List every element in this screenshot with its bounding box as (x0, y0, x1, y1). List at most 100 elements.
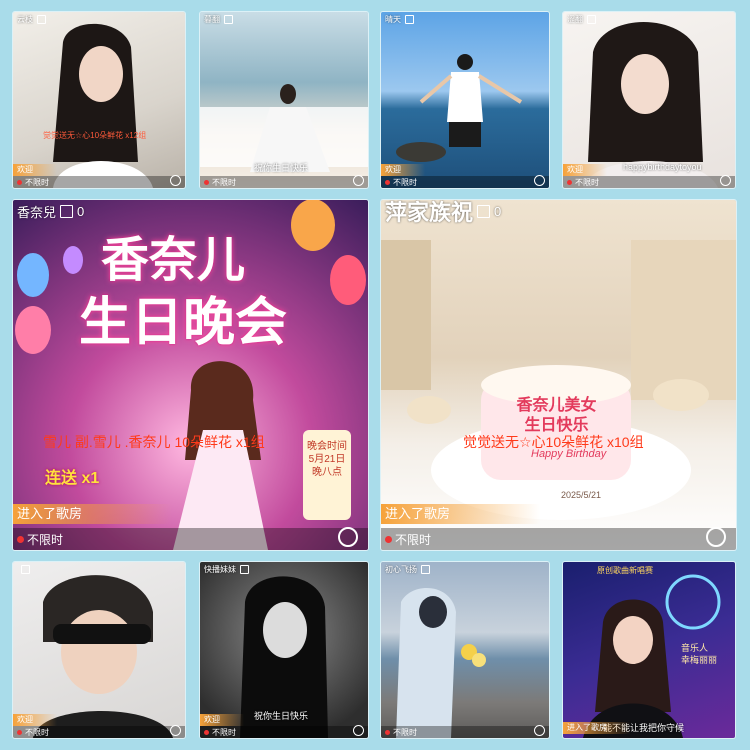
live-dot-icon (17, 729, 22, 735)
chat-icon[interactable] (706, 527, 726, 547)
chat-icon[interactable] (338, 527, 358, 547)
chat-icon[interactable] (534, 175, 545, 186)
room-footer: 不限时 (563, 176, 735, 188)
welcome-badge: 欢迎 (13, 164, 57, 176)
live-dot-icon (204, 729, 209, 735)
room-topbar: 暮翻 (200, 12, 368, 26)
enter-room-badge: 进入了歌房 (13, 504, 173, 524)
candle-text: 晚会时间 5月21日 晚八点 (307, 441, 347, 478)
live-room-card-featured[interactable]: 香奈儿 生日晚会 香奈兒 0 雪儿 副.雪儿 .香奈儿 10朵鲜花 x1组 连送… (13, 200, 368, 550)
viewer-icon (37, 14, 46, 24)
welcome-badge: 欢迎 (200, 714, 244, 726)
room-topbar: 快播妹妹 (200, 562, 368, 576)
room-topbar: 香奈兒 0 (13, 200, 368, 222)
viewer-icon (224, 14, 233, 24)
chat-icon[interactable] (170, 725, 181, 736)
time-limit-label: 不限时 (212, 177, 236, 187)
room-footer: 不限时 (381, 726, 549, 738)
room-name: 香奈兒 (17, 204, 57, 220)
cake-date: 2025/5/21 (561, 490, 602, 500)
live-dot-icon (385, 179, 390, 185)
gift-message: 觉觉送无☆心10朵鲜花 x12组 (43, 131, 147, 140)
woman-with-flowers-illustration (396, 588, 486, 738)
room-name: 暮翻 (204, 14, 220, 24)
live-dot-icon (17, 535, 24, 543)
room-name: 初心飞扬 (385, 564, 417, 574)
live-room-card[interactable]: 晴天 欢迎 不限时 (381, 12, 549, 188)
enter-room-badge: 进入了歌房 (563, 722, 631, 734)
live-room-card[interactable]: 欢迎 不限时 (13, 562, 185, 738)
chat-icon[interactable] (534, 725, 545, 736)
man-at-sea-illustration (396, 54, 523, 162)
cake-inscription: 香奈儿美女 生日快乐 (516, 397, 597, 434)
room-footer: 不限时 (13, 528, 368, 550)
enter-room-badge: 进入了歌房 (381, 504, 541, 524)
time-limit-label: 不限时 (27, 532, 64, 547)
chat-icon[interactable] (170, 175, 181, 186)
viewer-icon (240, 564, 249, 574)
poster-title: 原创歌曲新唱赛 (597, 566, 653, 575)
portrait-illustration (53, 23, 153, 188)
live-room-card[interactable]: 原创歌曲新唱赛 音乐人 幸梅丽丽 能不能让我把你守候 进入了歌房 (563, 562, 735, 738)
viewer-count: 0 (494, 203, 502, 219)
room-topbar (13, 562, 185, 576)
time-limit-label: 不限时 (575, 177, 599, 187)
time-limit-label: 不限时 (25, 727, 49, 737)
live-room-card[interactable]: 涩翻 happybirthdaytoyou 欢迎 不限时 (563, 12, 735, 188)
poster-host-name: 音乐人 幸梅丽丽 (681, 643, 718, 665)
time-limit-label: 不限时 (393, 177, 417, 187)
room-caption: 祝你生日快乐 (254, 163, 309, 173)
viewer-icon (405, 14, 414, 24)
room-topbar: 萍家族祝 0 (381, 200, 736, 225)
live-room-card[interactable]: 初心飞扬 不限时 (381, 562, 549, 738)
room-name: 快播妹妹 (204, 564, 236, 574)
room-topbar: 云枝 (13, 12, 185, 26)
welcome-badge: 欢迎 (381, 164, 425, 176)
chat-icon[interactable] (353, 175, 364, 186)
combo-label: 连送 x1 (45, 470, 100, 487)
time-limit-label: 不限时 (395, 532, 432, 547)
cake-illustration (381, 240, 736, 520)
room-topbar: 初心飞扬 (381, 562, 549, 576)
welcome-badge: 欢迎 (13, 714, 57, 726)
portrait-illustration (33, 575, 173, 738)
room-topbar: 涩翻 (563, 12, 735, 26)
live-room-card[interactable]: 快播妹妹 祝你生日快乐 欢迎 不限时 (200, 562, 368, 738)
room-footer: 不限时 (200, 176, 368, 188)
gift-message: 觉觉送无☆心10朵鲜花 x10组 (463, 434, 644, 450)
room-footer: 不限时 (381, 528, 736, 550)
viewer-icon (421, 564, 430, 574)
time-limit-label: 不限时 (212, 727, 236, 737)
live-dot-icon (385, 729, 390, 735)
room-footer: 不限时 (13, 726, 185, 738)
room-caption: happybirthdaytoyou (623, 162, 702, 172)
gift-message: 雪儿 副.雪儿 .香奈儿 10朵鲜花 x1组 (43, 434, 265, 450)
viewer-count: 0 (77, 203, 85, 219)
room-footer: 不限时 (13, 176, 185, 188)
room-name: 云枝 (17, 14, 33, 24)
room-topbar: 晴天 (381, 12, 549, 26)
live-dot-icon (204, 179, 209, 185)
viewer-icon (60, 204, 74, 218)
live-dot-icon (17, 179, 22, 185)
live-dot-icon (567, 179, 572, 185)
room-footer: 不限时 (200, 726, 368, 738)
room-name: 晴天 (385, 14, 401, 24)
viewer-icon (21, 564, 30, 574)
time-limit-label: 不限时 (25, 177, 49, 187)
room-footer: 不限时 (381, 176, 549, 188)
chat-icon[interactable] (353, 725, 364, 736)
event-title-line2: 生日晚会 (79, 294, 288, 352)
live-dot-icon (385, 535, 392, 543)
live-room-grid: 云枝 觉觉送无☆心10朵鲜花 x12组 欢迎 不限时 暮翻 祝你生日快乐 不限时 (0, 0, 750, 750)
time-limit-label: 不限时 (393, 727, 417, 737)
room-caption: 祝你生日快乐 (254, 711, 309, 721)
room-name: 萍家族祝 (385, 200, 474, 225)
room-name: 涩翻 (567, 14, 583, 24)
viewer-icon (587, 14, 596, 24)
live-room-card[interactable]: 暮翻 祝你生日快乐 不限时 (200, 12, 368, 188)
chat-icon[interactable] (720, 175, 731, 186)
live-room-card[interactable]: 云枝 觉觉送无☆心10朵鲜花 x12组 欢迎 不限时 (13, 12, 185, 188)
viewer-icon (477, 204, 491, 218)
live-room-card-featured[interactable]: 香奈儿美女 生日快乐 Happy Birthday 2025/5/21 萍家族祝… (381, 200, 736, 550)
